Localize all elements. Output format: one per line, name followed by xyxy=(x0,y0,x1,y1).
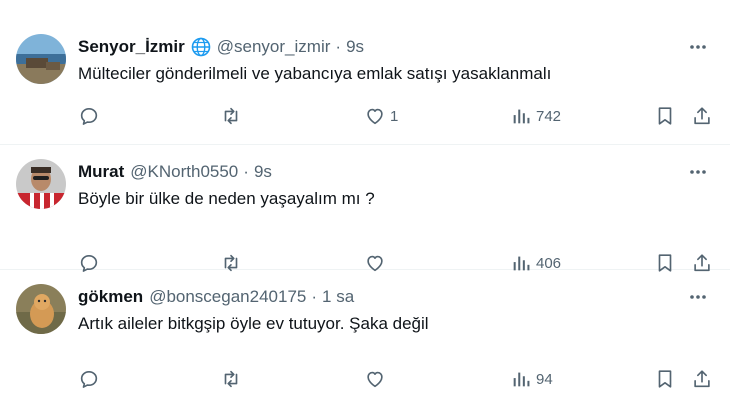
bookmark-icon xyxy=(658,370,672,388)
share-button[interactable] xyxy=(691,367,713,391)
like-count: 1 xyxy=(390,107,399,125)
timestamp[interactable]: 9s xyxy=(254,162,272,182)
reply-icon xyxy=(80,371,98,388)
views-icon xyxy=(513,372,530,387)
views-icon xyxy=(513,109,530,124)
retweet-icon xyxy=(224,370,238,388)
action-bar: 1 742 xyxy=(74,104,716,128)
timestamp[interactable]: 1 sa xyxy=(322,287,354,307)
tweet-header: gökmen @bonscegan240175 · 1 sa xyxy=(78,287,354,307)
tweet-header: Murat @KNorth0550 · 9s xyxy=(78,162,272,182)
avatar[interactable] xyxy=(16,284,66,334)
action-bar: 94 xyxy=(74,367,716,391)
user-handle[interactable]: @senyor_izmir xyxy=(217,37,331,57)
like-icon xyxy=(367,108,383,125)
more-icon[interactable] xyxy=(688,37,708,57)
like-button[interactable]: 1 xyxy=(364,104,398,128)
separator-dot: · xyxy=(243,162,249,181)
views-button[interactable]: 94 xyxy=(510,367,553,391)
tweet-header: Senyor_İzmir @senyor_izmir · 9s xyxy=(78,37,364,57)
separator-dot: · xyxy=(335,37,342,56)
share-icon xyxy=(694,107,710,125)
display-name[interactable]: gökmen xyxy=(78,287,143,307)
tweet[interactable]: Senyor_İzmir @senyor_izmir · 9s Mültecil… xyxy=(0,0,730,145)
share-icon xyxy=(694,370,710,388)
tweet-text: Böyle bir ülke de neden yaşayalım mı ? xyxy=(78,189,375,208)
share-button[interactable] xyxy=(691,104,713,128)
display-name[interactable]: Murat xyxy=(78,162,124,182)
bookmark-button[interactable] xyxy=(654,367,676,391)
reply-button[interactable] xyxy=(78,367,100,391)
reply-icon xyxy=(80,108,98,125)
view-count: 94 xyxy=(536,370,553,388)
user-handle[interactable]: @bonscegan240175 xyxy=(149,287,306,307)
retweet-icon xyxy=(224,107,238,125)
bookmark-button[interactable] xyxy=(654,104,676,128)
retweet-button[interactable] xyxy=(220,104,242,128)
more-icon[interactable] xyxy=(688,162,708,182)
tweet-text: Mülteciler gönderilmeli ve yabancıya eml… xyxy=(78,64,552,83)
tweet-text: Artık aileler bitkgşip öyle ev tutuyor. … xyxy=(78,314,429,333)
tweet[interactable]: Murat @KNorth0550 · 9s Böyle bir ülke de… xyxy=(0,145,730,272)
globe-icon xyxy=(191,37,211,57)
avatar[interactable] xyxy=(16,159,66,209)
separator-dot: · xyxy=(311,287,318,306)
tweet[interactable]: gökmen @bonscegan240175 · 1 sa Artık ail… xyxy=(0,270,730,420)
reply-button[interactable] xyxy=(78,104,100,128)
like-icon xyxy=(367,371,383,388)
timestamp[interactable]: 9s xyxy=(346,37,364,57)
user-handle[interactable]: @KNorth0550 xyxy=(130,162,238,182)
retweet-button[interactable] xyxy=(220,367,242,391)
view-count: 742 xyxy=(536,107,562,125)
avatar[interactable] xyxy=(16,34,66,84)
bookmark-icon xyxy=(658,107,672,125)
reply-feed: Senyor_İzmir @senyor_izmir · 9s Mültecil… xyxy=(0,0,730,420)
view-count: 406 xyxy=(536,254,562,272)
display-name[interactable]: Senyor_İzmir xyxy=(78,37,185,57)
like-button[interactable] xyxy=(364,367,386,391)
more-icon[interactable] xyxy=(688,287,708,307)
views-button[interactable]: 742 xyxy=(510,104,561,128)
